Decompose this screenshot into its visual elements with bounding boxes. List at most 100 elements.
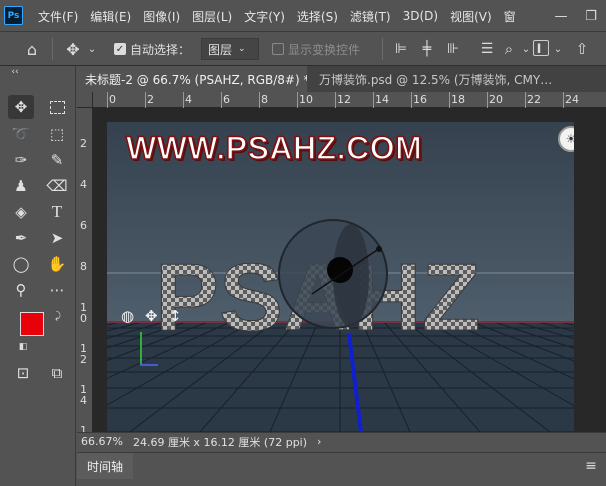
chevron-down-icon[interactable]: ⌄ (552, 38, 564, 60)
ruler-tick-label: 1 0 (80, 301, 87, 325)
lasso-tool-icon[interactable]: ➰ (8, 122, 34, 146)
zoom-tool-icon[interactable]: ⚲ (8, 278, 34, 302)
3d-scene: PSAHZ (107, 122, 574, 432)
stamp-tool-icon[interactable]: ♟ (8, 174, 34, 198)
show-transform-label: 显示变换控件 (288, 43, 361, 57)
collapse-icon[interactable]: ‹‹ (8, 66, 22, 78)
type-tool-icon[interactable]: T (44, 200, 70, 224)
menu-item[interactable]: 选择(S) (291, 8, 344, 25)
tab-document-2[interactable]: 万博装饰.psd @ 12.5% (万博装饰, CMY… (311, 66, 601, 92)
auto-select-value: 图层 (208, 42, 233, 57)
eraser-tool-icon[interactable]: ⌫ (44, 174, 70, 198)
auto-select-checkbox[interactable]: ✓ (114, 43, 126, 55)
menu-item[interactable]: 文件(F) (32, 8, 84, 25)
tab-label: 未标题-2 @ 66.7% (PSAHZ, RGB/8#) * (85, 72, 307, 87)
ruler-tick-label: 6 (223, 93, 230, 106)
chevron-down-icon[interactable]: ⌄ (520, 38, 532, 60)
3d-axis-y (140, 332, 142, 366)
ruler-tick-label: 18 (451, 93, 465, 106)
ruler-tick-label: 4 (185, 93, 192, 106)
workspace-icon[interactable]: ▍ (533, 40, 549, 56)
3d-dolly-icon[interactable]: ↕ (169, 307, 182, 325)
menu-item[interactable]: 窗 (498, 8, 522, 25)
menu-item[interactable]: 滤镜(T) (344, 8, 397, 25)
auto-select-label: 自动选择： (130, 43, 191, 57)
menu-item[interactable]: 图层(L) (186, 8, 238, 25)
ruler-tick (145, 92, 146, 108)
ruler-tick-label: 8 (261, 93, 268, 106)
ruler-tick-label: 4 (80, 178, 87, 191)
screen-mode-icon[interactable]: ⧉ (44, 361, 70, 385)
tab-timeline[interactable]: 时间轴 (77, 453, 134, 479)
options-bar: ⌂ ✥ ⌄ ✓ 自动选择： 图层 ⌄ 显示变换控件 ⊫ ╪ ⊪ ☰ ⌕ ⌄ ▍ … (0, 32, 606, 66)
menu-item[interactable]: 编辑(E) (84, 8, 137, 25)
swap-colors-icon[interactable]: ⤸ (52, 310, 64, 322)
default-colors-icon[interactable]: ◧ (18, 342, 28, 352)
chevron-down-icon: ⌄ (238, 44, 246, 54)
3d-orbit-icon[interactable]: ◍ (121, 307, 134, 325)
object-select-tool-icon[interactable]: ⬚ (44, 122, 70, 146)
ruler-tick-label: 14 (375, 93, 389, 106)
pen-tool-icon[interactable]: ✒ (8, 226, 34, 250)
distribute-icon[interactable]: ☰ (478, 38, 496, 60)
align-right-icon[interactable]: ⊪ (444, 38, 462, 60)
status-menu-arrow[interactable]: › (317, 435, 321, 448)
menu-item[interactable]: 图像(I) (137, 8, 186, 25)
path-select-tool-icon[interactable]: ➤ (44, 226, 70, 250)
brush-tool-icon[interactable]: ✎ (44, 148, 70, 172)
move-tool-icon[interactable]: ✥ (8, 95, 34, 119)
ruler-tick (487, 92, 488, 108)
3d-pan-icon[interactable]: ✥ (145, 307, 158, 325)
more-tools-icon[interactable]: ⋯ (44, 278, 70, 302)
ruler-tick-label: 24 (565, 93, 579, 106)
quick-mask-icon[interactable]: ⊡ (10, 361, 36, 385)
ruler-tick-label: 8 (80, 260, 87, 273)
share-icon[interactable]: ⇧ (572, 38, 592, 60)
ruler-tick-label: 12 (337, 93, 351, 106)
menu-item[interactable]: 文字(Y) (238, 8, 291, 25)
document-canvas[interactable]: PSAHZ ☀ (107, 122, 574, 432)
ruler-tick-label: 2 (147, 93, 154, 106)
ruler-tick-label: 22 (527, 93, 541, 106)
ruler-tick (221, 92, 222, 108)
foreground-color-swatch[interactable] (20, 312, 44, 336)
ellipse-tool-icon[interactable]: ◯ (8, 252, 34, 276)
ruler-tick (335, 92, 336, 108)
ruler-tick (259, 92, 260, 108)
hand-tool-icon[interactable]: ✋ (44, 252, 70, 276)
divider (52, 38, 53, 60)
gradient-tool-icon[interactable]: ◈ (8, 200, 34, 224)
ruler-tick (449, 92, 450, 108)
restore-button[interactable]: ❐ (576, 0, 606, 32)
vertical-ruler: 24681 01 21 41 6 (77, 108, 93, 447)
ruler-tick (297, 92, 298, 108)
chevron-down-icon[interactable]: ⌄ (86, 40, 98, 58)
ruler-tick (525, 92, 526, 108)
eyedropper-tool-icon[interactable]: ✑ (8, 148, 34, 172)
home-icon[interactable]: ⌂ (20, 38, 44, 60)
search-icon[interactable]: ⌕ (500, 38, 518, 60)
marquee-tool-icon[interactable] (44, 95, 70, 119)
menu-item[interactable]: 视图(V) (444, 8, 498, 25)
panel-menu-icon[interactable]: ≡ (582, 457, 600, 475)
menu-item[interactable]: 3D(D) (397, 9, 444, 23)
auto-select-dropdown[interactable]: 图层 ⌄ (201, 38, 259, 60)
ruler-tick-label: 1 2 (80, 342, 87, 366)
tab-document-1[interactable]: 未标题-2 @ 66.7% (PSAHZ, RGB/8#) * × (77, 66, 307, 92)
align-center-icon[interactable]: ╪ (418, 38, 436, 60)
ruler-tick (183, 92, 184, 108)
zoom-level[interactable]: 66.67% (81, 435, 123, 448)
photoshop-logo-icon: Ps (4, 6, 23, 25)
ruler-tick (563, 92, 564, 108)
ruler-tick (373, 92, 374, 108)
minimize-button[interactable]: — (546, 0, 576, 32)
timeline-panel: 时间轴 ≡ (77, 452, 606, 486)
show-transform-checkbox[interactable] (272, 43, 284, 55)
divider (382, 38, 383, 60)
align-left-icon[interactable]: ⊫ (392, 38, 410, 60)
ruler-tick (411, 92, 412, 108)
ruler-tick-label: 2 (80, 137, 87, 150)
move-tool-icon[interactable]: ✥ (62, 38, 84, 60)
ruler-tick-label: 0 (109, 93, 116, 106)
menu-bar: Ps 文件(F) 编辑(E) 图像(I) 图层(L) 文字(Y) 选择(S) 滤镜(T) 3D… (0, 0, 606, 32)
